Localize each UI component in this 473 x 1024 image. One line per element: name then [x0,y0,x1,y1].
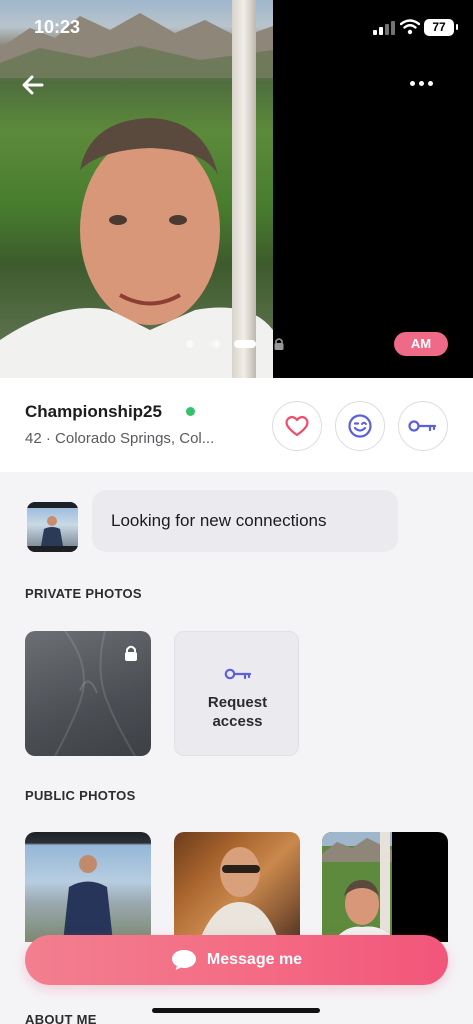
carousel-dot-active[interactable] [234,340,256,348]
photo-letterbox [273,0,473,378]
public-photos-heading: PUBLIC PHOTOS [25,788,136,803]
online-indicator [186,407,195,416]
public-photo[interactable] [25,832,151,942]
status-message-text: Looking for new connections [111,511,327,530]
heart-icon [285,416,309,437]
key-icon [224,668,252,680]
carousel-dot[interactable] [186,340,194,348]
key-icon [408,420,437,432]
am-badge: AM [394,332,448,356]
status-bar: 10:23 77 [0,0,473,54]
more-options-button[interactable] [406,72,438,94]
key-request-button[interactable] [398,401,448,451]
home-indicator[interactable] [152,1008,320,1013]
wink-button[interactable] [335,401,385,451]
signal-icon [373,21,395,35]
public-photo-figure [199,847,279,942]
ellipsis-icon [410,81,415,86]
private-photo-locked[interactable] [25,631,151,756]
like-button[interactable] [272,401,322,451]
status-message-bubble: Looking for new connections [92,490,398,552]
porch-pillar [232,0,256,378]
request-access-button[interactable]: Request access [174,631,299,756]
message-me-button[interactable]: Message me [25,935,448,985]
chat-bubble-icon [171,950,196,970]
public-photo-figure [63,855,113,942]
wifi-icon [400,19,420,35]
arrow-left-icon [22,75,44,95]
carousel-dot[interactable] [212,340,220,348]
request-access-label: Request access [207,694,268,730]
avatar-thumbnail[interactable] [27,502,78,552]
profile-photo-carousel[interactable]: 10:23 77 AM [0,0,473,378]
profile-age-location: 42 · Colorado Springs, Col... [25,430,215,447]
profile-header: Championship25 42 · Colorado Springs, Co… [0,378,473,472]
lock-icon [274,338,284,350]
ellipsis-dot [428,81,433,86]
lock-icon [125,645,137,661]
public-photo[interactable] [174,832,300,942]
profile-photo [0,0,273,378]
private-photos-heading: PRIVATE PHOTOS [25,586,142,601]
back-button[interactable] [20,72,50,100]
public-photo-figure [322,832,392,942]
message-me-label: Message me [206,951,303,968]
carousel-indicator [180,337,300,351]
profile-username: Championship25 [25,402,162,421]
about-me-heading: ABOUT ME [25,1012,97,1024]
battery-icon: 77 [424,19,458,36]
avatar-figure [27,502,78,552]
status-time: 10:23 [34,17,81,37]
public-photo[interactable] [322,832,448,942]
ellipsis-dot [419,81,424,86]
wink-face-icon [348,414,372,438]
